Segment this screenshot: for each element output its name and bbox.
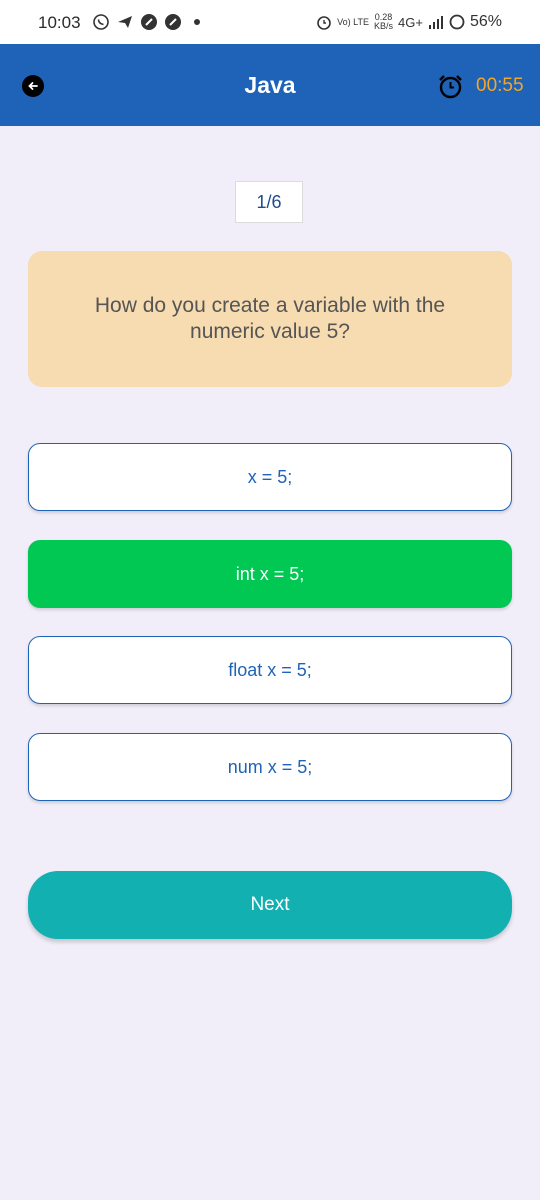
question-card: How do you create a variable with the nu… [28,251,512,387]
battery-icon [449,14,465,30]
speed-indicator: 0.28 KB/s [374,13,393,31]
app-bar: Java 00:55 [0,44,540,126]
answer-option[interactable]: x = 5; [28,443,512,511]
notification-icons [92,12,200,32]
battery-percent: 56% [469,13,502,30]
timer-text: 00:55 [476,75,524,96]
answer-option-selected[interactable]: int x = 5; [28,540,512,608]
status-time: 10:03 [38,13,81,32]
signal-icon [428,16,443,29]
whatsapp-icon [93,14,109,30]
next-button[interactable]: Next [28,871,512,939]
telegram-icon [118,16,132,28]
question-text: How do you create a variable with the nu… [94,294,446,343]
volte-icon: Vo) LTE [337,16,370,27]
alarm-icon [317,16,331,30]
app-icon [165,14,181,30]
system-icons: Vo) LTE 0.28 KB/s 4G+ 56% [316,8,502,36]
answer-option[interactable]: float x = 5; [28,636,512,704]
network-type: 4G+ [398,14,423,30]
answer-option[interactable]: num x = 5; [28,733,512,801]
status-bar: 10:03 Vo) LTE 0.28 KB/s 4G+ 56% [0,0,540,44]
question-counter: 1/6 [235,181,303,223]
alarm-clock-icon [439,75,462,99]
app-icon [141,14,157,30]
speed-unit: KB/s [374,21,394,31]
dot-icon [194,19,200,25]
